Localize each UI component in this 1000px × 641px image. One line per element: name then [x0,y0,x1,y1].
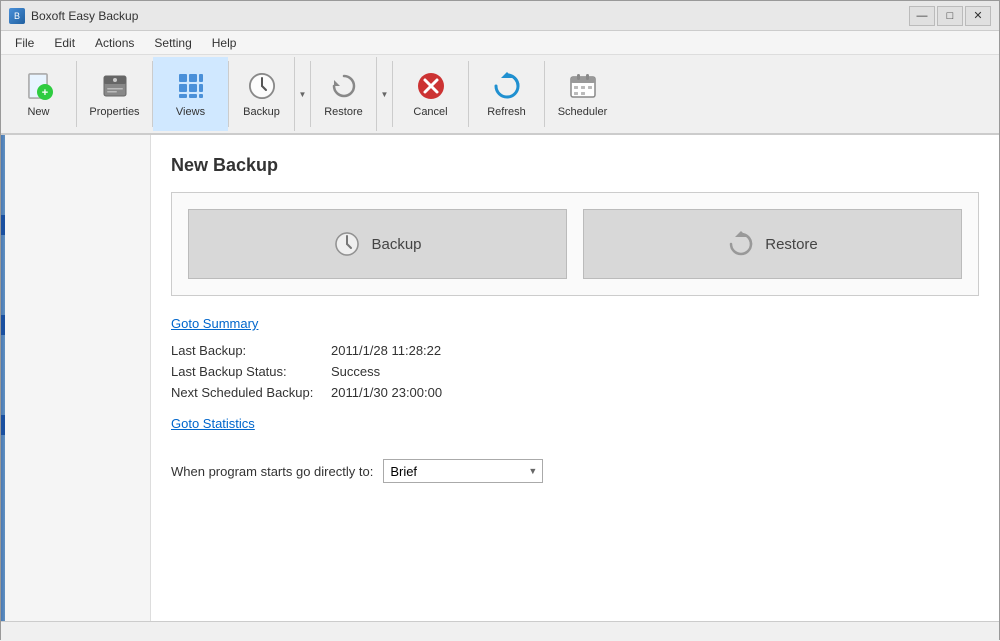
sidebar-marker-2 [1,315,5,335]
goto-summary-link[interactable]: Goto Summary [171,316,258,331]
next-scheduled-value: 2011/1/30 23:00:00 [331,385,442,400]
next-scheduled-label: Next Scheduled Backup: [171,385,331,400]
goto-statistics-link[interactable]: Goto Statistics [171,416,255,431]
menu-file[interactable]: File [5,31,44,54]
restore-dropdown-arrow[interactable]: ▼ [376,57,392,131]
minimize-button[interactable]: — [909,6,935,26]
refresh-label: Refresh [487,106,526,118]
title-bar: B Boxoft Easy Backup — □ ✕ [1,1,999,31]
restore-label: Restore [324,106,363,118]
views-label: Views [176,106,205,118]
new-label: New [27,106,49,118]
properties-button[interactable]: Properties [77,57,152,131]
properties-icon [99,70,131,102]
last-backup-label: Last Backup: [171,343,331,358]
action-backup-button[interactable]: Backup [188,209,567,279]
last-backup-value: 2011/1/28 11:28:22 [331,343,441,358]
scheduler-label: Scheduler [558,106,608,118]
refresh-icon [491,70,523,102]
backup-label: Backup [243,106,280,118]
last-backup-row: Last Backup: 2011/1/28 11:28:22 [171,343,979,358]
properties-label: Properties [89,106,139,118]
title-bar-controls: — □ ✕ [909,6,991,26]
cancel-icon [415,70,447,102]
sidebar-marker-1 [1,215,5,235]
backup-icon [246,70,278,102]
sidebar-marker-3 [1,415,5,435]
menu-bar: File Edit Actions Setting Help [1,31,999,55]
restore-button[interactable]: Restore [311,57,376,131]
menu-help[interactable]: Help [202,31,247,54]
last-backup-status-label: Last Backup Status: [171,364,331,379]
program-start-row: When program starts go directly to: Brie… [171,459,979,483]
menu-edit[interactable]: Edit [44,31,85,54]
program-start-label: When program starts go directly to: [171,464,373,479]
cancel-button[interactable]: Cancel [393,57,468,131]
action-panel: Backup Restore [171,192,979,296]
scheduler-button[interactable]: Scheduler [545,57,620,131]
last-backup-status-row: Last Backup Status: Success [171,364,979,379]
backup-btn-group: Backup ▼ [229,57,310,131]
action-restore-icon [727,230,755,258]
action-restore-label: Restore [765,236,818,253]
title-bar-text: Boxoft Easy Backup [31,9,909,23]
info-table: Last Backup: 2011/1/28 11:28:22 Last Bac… [171,343,979,400]
menu-actions[interactable]: Actions [85,31,144,54]
maximize-button[interactable]: □ [937,6,963,26]
restore-icon [328,70,360,102]
sidebar [1,135,151,621]
action-backup-label: Backup [371,236,421,253]
restore-btn-group: Restore ▼ [311,57,392,131]
info-section: Goto Summary Last Backup: 2011/1/28 11:2… [171,316,979,483]
page-title: New Backup [171,155,979,176]
close-button[interactable]: ✕ [965,6,991,26]
status-bar [1,621,999,641]
sidebar-edge [1,135,5,621]
backup-dropdown-arrow[interactable]: ▼ [294,57,310,131]
main-layout: New Backup Backup [1,135,999,621]
app-icon: B [9,8,25,24]
content-area: New Backup Backup [151,135,999,621]
new-button[interactable]: + New [1,57,76,131]
refresh-button[interactable]: Refresh [469,57,544,131]
toolbar: + New Properties [1,55,999,135]
last-backup-status-value: Success [331,364,380,379]
action-restore-button[interactable]: Restore [583,209,962,279]
program-start-dropdown[interactable]: Brief Full Summary Statistics [383,459,543,483]
views-button[interactable]: Views [153,57,228,131]
backup-button[interactable]: Backup [229,57,294,131]
new-icon: + [23,70,55,102]
views-icon [175,70,207,102]
svg-text:+: + [41,87,47,99]
action-backup-icon [333,230,361,258]
menu-setting[interactable]: Setting [144,31,201,54]
cancel-label: Cancel [413,106,447,118]
scheduler-icon [567,70,599,102]
next-scheduled-row: Next Scheduled Backup: 2011/1/30 23:00:0… [171,385,979,400]
program-start-dropdown-wrapper: Brief Full Summary Statistics [383,459,543,483]
